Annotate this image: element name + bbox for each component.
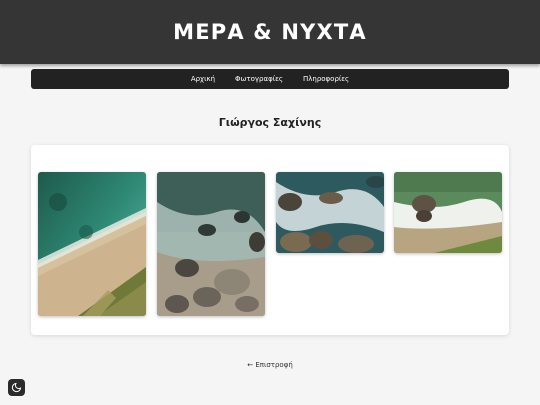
- nav-item-photos[interactable]: Φωτογραφίες: [235, 75, 283, 83]
- beach-aerial-image: [38, 172, 146, 316]
- site-title[interactable]: ΜΕΡΑ & ΝΥΧΤΑ: [173, 20, 367, 44]
- moon-icon: [11, 382, 22, 393]
- gallery-photo-beach[interactable]: [38, 172, 146, 316]
- back-link-wrapper: ← Επιστροφή: [0, 361, 540, 369]
- gallery-photo-rocky-shore[interactable]: [157, 172, 265, 316]
- rocky-coast-image: [394, 172, 502, 253]
- theme-toggle-button[interactable]: [8, 379, 25, 396]
- page-title: Γιώργος Σαχίνης: [218, 116, 322, 129]
- waves-rocks-image: [276, 172, 384, 253]
- back-link[interactable]: ← Επιστροφή: [247, 361, 293, 369]
- rocky-shore-image: [157, 172, 265, 316]
- gallery-photo-coast[interactable]: [394, 172, 502, 253]
- site-header: ΜΕΡΑ & ΝΥΧΤΑ: [0, 0, 540, 64]
- nav-item-info[interactable]: Πληροφορίες: [303, 75, 349, 83]
- gallery-photo-waves[interactable]: [276, 172, 384, 253]
- gallery-card: [31, 145, 509, 335]
- nav-item-home[interactable]: Αρχική: [191, 75, 215, 83]
- main-nav: Αρχική Φωτογραφίες Πληροφορίες: [31, 69, 509, 89]
